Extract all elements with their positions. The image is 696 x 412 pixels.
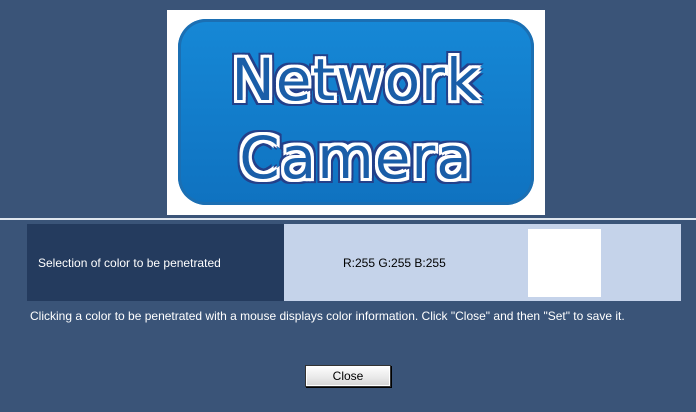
- network-camera-logo: Network Camera: [167, 10, 545, 215]
- logo-badge: Network Camera: [178, 19, 534, 205]
- color-setting-value: R:255 G:255 B:255: [284, 224, 681, 301]
- logo-text-line1: Network: [230, 46, 481, 114]
- color-selection-panel: Selection of color to be penetrated R:25…: [0, 220, 696, 412]
- color-swatch: [528, 229, 601, 297]
- logo-text-line2: Camera: [238, 124, 473, 192]
- color-setting-label: Selection of color to be penetrated: [27, 224, 284, 301]
- help-text: Clicking a color to be penetrated with a…: [30, 309, 625, 323]
- close-button[interactable]: Close: [305, 365, 391, 387]
- header-area: Network Camera: [0, 0, 696, 218]
- color-setting-row: Selection of color to be penetrated R:25…: [27, 224, 681, 301]
- rgb-readout: R:255 G:255 B:255: [343, 255, 446, 270]
